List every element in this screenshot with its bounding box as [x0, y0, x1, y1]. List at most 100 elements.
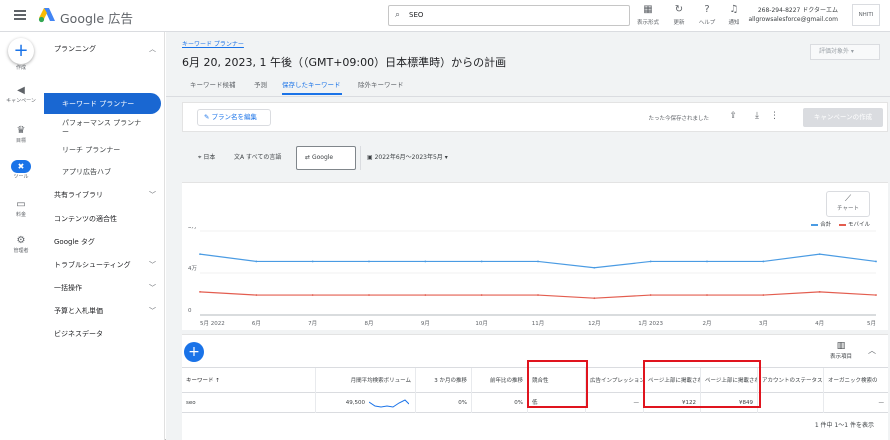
- calendar-icon: ▣: [367, 154, 373, 161]
- nav-bulk-actions[interactable]: 一括操作 ﹀: [54, 284, 162, 293]
- nav-troubleshooting[interactable]: トラブルシューティング ﹀: [54, 261, 162, 270]
- x-tick-label: 9月: [421, 320, 430, 327]
- nav-performance-planner[interactable]: パフォーマンス プランナー: [62, 119, 148, 137]
- campaign-icon: ◀: [17, 85, 25, 96]
- share-icon[interactable]: ⇪: [729, 111, 737, 121]
- x-tick-label: 2月: [703, 320, 712, 327]
- data-point: [649, 294, 652, 296]
- network-filter[interactable]: ⇄ Google: [296, 146, 356, 170]
- rail-admin[interactable]: ⚙ 管理者: [0, 234, 42, 254]
- display-button[interactable]: ▦ 表示形式: [634, 4, 662, 26]
- data-point: [593, 266, 596, 269]
- cell-account-status: [758, 393, 824, 413]
- col-account-status[interactable]: アカウントのステータス: [758, 368, 824, 394]
- data-point: [255, 294, 258, 296]
- help-button[interactable]: ? ヘルプ: [693, 4, 721, 26]
- data-point: [818, 291, 821, 293]
- nav-budgets-bidding[interactable]: 予算と入札単価 ﹀: [54, 307, 162, 316]
- cell-organic: —: [878, 400, 885, 406]
- data-point: [199, 291, 201, 293]
- nav-planning[interactable]: プランニング ︿: [54, 45, 162, 54]
- trend-icon: ⟋: [844, 194, 852, 204]
- nav-content-suitability[interactable]: コンテンツの適合性: [54, 215, 162, 224]
- nav-business-data[interactable]: ビジネスデータ: [54, 330, 162, 339]
- tab-negative-keywords[interactable]: 除外キーワード: [358, 79, 404, 89]
- rail-campaigns[interactable]: ◀ キャンペーン: [0, 84, 42, 104]
- col-organic[interactable]: オーガニック検索の: [824, 368, 888, 394]
- rail-billing[interactable]: ▭ 料金: [0, 198, 42, 218]
- add-keyword-button[interactable]: +: [184, 342, 204, 362]
- cell-impression-share: —: [586, 393, 644, 413]
- nav-app-hub[interactable]: アプリ広告ハブ: [62, 168, 170, 177]
- search-box[interactable]: ⌕ SEO: [388, 5, 630, 26]
- data-point: [311, 294, 314, 296]
- translate-icon: 文A: [234, 154, 245, 161]
- nav-reach-planner[interactable]: リーチ プランナー: [62, 146, 170, 155]
- billing-icon: ▭: [16, 199, 26, 210]
- col-volume[interactable]: 月間平均検索ボリューム: [316, 368, 416, 394]
- avatar[interactable]: NHITI: [852, 4, 880, 26]
- nav-keyword-planner[interactable]: キーワード プランナー: [44, 93, 161, 114]
- x-tick-label: 10月: [475, 320, 488, 327]
- data-point: [818, 253, 821, 255]
- legend-swatch: [838, 223, 846, 226]
- search-input[interactable]: SEO: [409, 11, 423, 19]
- tab-saved-keywords[interactable]: 保存したキーワード: [282, 79, 341, 89]
- create-campaign-button[interactable]: キャンペーンの作成: [803, 108, 883, 127]
- breadcrumb[interactable]: キーワード プランナー: [182, 39, 244, 48]
- col-three-month[interactable]: 3 か月の推移: [416, 368, 472, 394]
- data-point: [762, 260, 765, 263]
- x-tick-label: 12月: [588, 320, 601, 327]
- col-keyword[interactable]: キーワード ↑: [182, 368, 316, 394]
- scope-dropdown[interactable]: 評価対象外 ▾: [810, 44, 880, 60]
- columns-button[interactable]: ▥ 表示項目: [830, 341, 852, 360]
- account-id: 268-294-8227 ドクターエム: [757, 7, 838, 14]
- more-vert-icon[interactable]: ⋮: [770, 111, 779, 121]
- columns-icon: ▥: [836, 341, 846, 351]
- hamburger-menu-icon[interactable]: [14, 10, 26, 20]
- col-impression-share[interactable]: 広告インプレッション シェア: [586, 368, 644, 394]
- active-tab-indicator: [282, 93, 342, 95]
- cell-yoy: 0%: [472, 393, 528, 413]
- location-pin-icon: ⌖: [198, 154, 202, 161]
- download-icon[interactable]: ⤓: [755, 111, 759, 121]
- data-point: [199, 253, 201, 255]
- cell-volume: 49,500: [316, 393, 416, 413]
- x-tick-label: 11月: [532, 320, 545, 327]
- tools-icon: ✖: [11, 160, 31, 173]
- account-email: allgrowsalesforce@gmail.com: [748, 16, 838, 23]
- notifications-button[interactable]: ♫ 通知: [720, 4, 748, 26]
- location-filter[interactable]: ⌖ 日本: [198, 152, 215, 162]
- nav-shared-library[interactable]: 共有ライブラリ ﹀: [54, 191, 162, 200]
- highlight-box-competition: [527, 360, 588, 408]
- data-point: [706, 294, 708, 296]
- tab-keyword-ideas[interactable]: キーワード候補: [190, 79, 236, 89]
- tab-forecast[interactable]: 予測: [254, 79, 267, 89]
- edit-plan-button[interactable]: ✎ プラン名を編集: [197, 109, 271, 126]
- x-tick-label: 8月: [365, 320, 374, 327]
- chart-card: ⟋ チャート 合計 モバイル 0 4万 8万 5月 2022 6月 7月 8月 9月 10月 11…: [182, 182, 888, 330]
- date-range-filter[interactable]: ▣ 2022年6月～2023年5月 ▾: [360, 146, 456, 170]
- rail-create[interactable]: + 作成: [0, 38, 42, 71]
- side-nav: プランニング ︿ キーワード プランナー パフォーマンス プランナー リーチ プ…: [42, 32, 165, 440]
- col-yoy[interactable]: 前年比の推移: [472, 368, 528, 394]
- google-ads-logo: [38, 7, 56, 23]
- chevron-up-icon[interactable]: ︿: [868, 345, 876, 356]
- cell-three-month: 0%: [416, 393, 472, 413]
- chevron-down-icon: ﹀: [149, 307, 156, 315]
- rail-goals[interactable]: ♛ 目標: [0, 124, 42, 144]
- chevron-down-icon: ﹀: [149, 261, 156, 269]
- nav-google-tag[interactable]: Google タグ: [54, 238, 162, 247]
- data-point: [593, 297, 596, 300]
- x-tick-label: 6月: [252, 320, 261, 327]
- language-filter[interactable]: 文A すべての言語: [234, 152, 281, 161]
- data-point: [424, 294, 427, 296]
- search-icon: ⌕: [395, 10, 401, 20]
- chart-toggle-button[interactable]: ⟋ チャート: [826, 191, 870, 217]
- y-tick-label: 8万: [188, 227, 197, 230]
- account-info[interactable]: 268-294-8227 ドクターエム allgrowsalesforce@gm…: [748, 6, 838, 24]
- rail-tools[interactable]: ✖ ツール: [0, 160, 42, 180]
- x-tick-label: 7月: [308, 320, 317, 327]
- refresh-button[interactable]: ↻ 更新: [665, 4, 693, 26]
- cell-keyword: seo: [182, 393, 316, 413]
